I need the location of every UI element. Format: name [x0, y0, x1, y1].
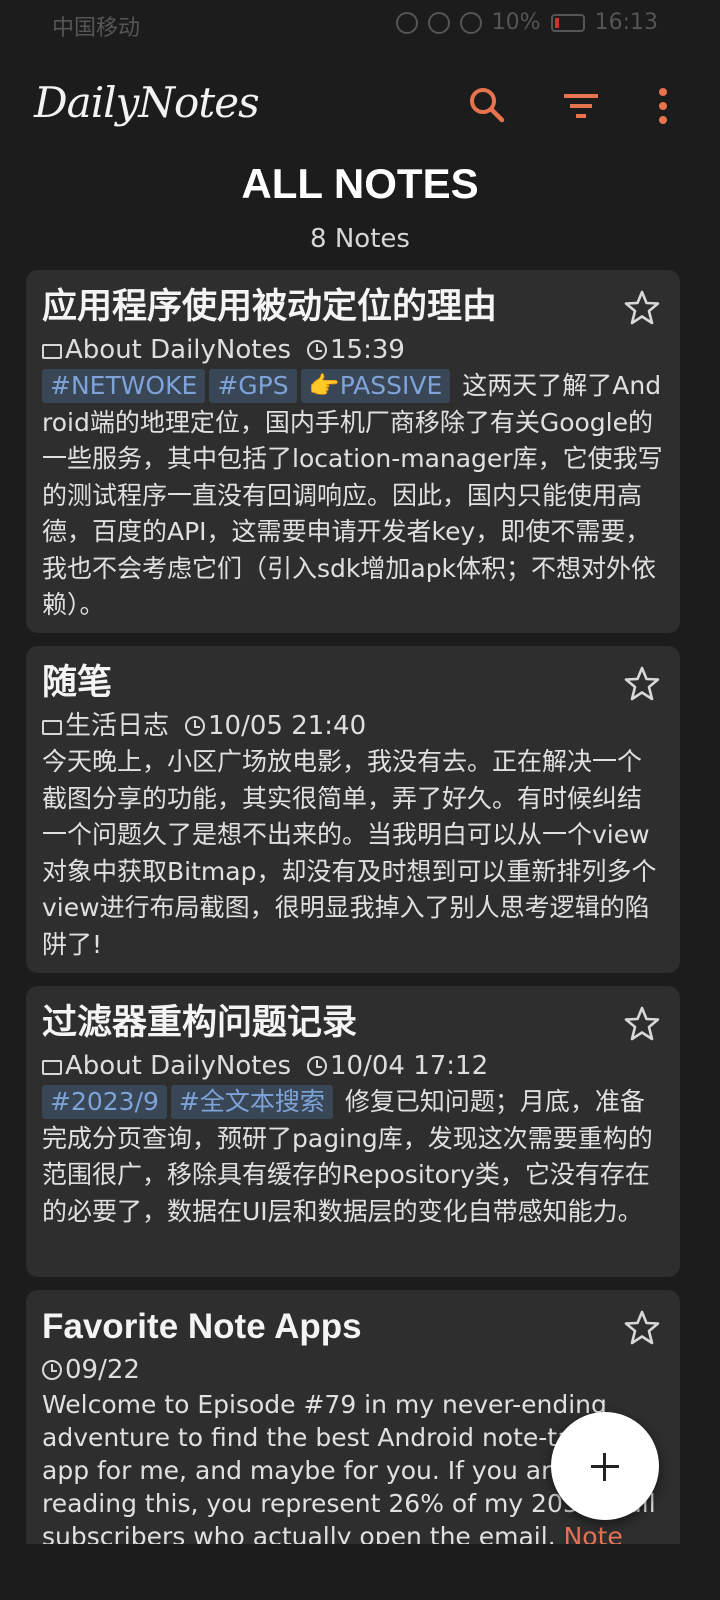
star-icon: [624, 1006, 660, 1041]
search-button[interactable]: [462, 80, 512, 130]
note-time: 10/04 17:12: [330, 1051, 489, 1081]
favorite-button[interactable]: [622, 664, 662, 704]
search-icon: [470, 88, 505, 123]
clock-icon: [185, 716, 206, 736]
clock-icon: [307, 340, 328, 360]
favorite-button[interactable]: [622, 1004, 662, 1044]
app-logo: DailyNotes: [34, 78, 260, 127]
tag-chip[interactable]: #NETWOKE: [42, 369, 206, 403]
note-card[interactable]: 过滤器重构问题记录 About DailyNotes 10/04 17:12 #…: [26, 986, 680, 1277]
notes-count: 8 Notes: [310, 224, 410, 254]
status-icons: 10% 16:13: [395, 10, 658, 35]
folder-icon: [42, 719, 62, 735]
note-meta: About DailyNotes 15:39: [42, 332, 664, 368]
note-folder: 生活日志: [65, 711, 170, 741]
carrier-label: 中国移动: [52, 16, 141, 41]
note-title: Favorite Note Apps: [42, 1307, 362, 1346]
note-text: 这两天了解了Android端的地理定位，国内手机厂商移除了有关Google的一些…: [42, 371, 663, 619]
note-time: 09/22: [65, 1355, 140, 1385]
filter-icon: [564, 94, 598, 118]
status-bar: 中国移动 10% 16:13: [0, 0, 720, 48]
filter-button[interactable]: [556, 80, 606, 130]
note-title: 应用程序使用被动定位的理由: [42, 287, 498, 327]
note-title: 过滤器重构问题记录: [42, 1003, 358, 1043]
note-card[interactable]: 应用程序使用被动定位的理由 About DailyNotes 15:39 #NE…: [26, 270, 680, 633]
star-icon: [624, 290, 660, 325]
tag-chip[interactable]: #2023/9: [42, 1085, 167, 1119]
nfc-icon: [395, 11, 418, 34]
note-meta: 09/22: [42, 1352, 664, 1388]
note-text: 今天晚上，小区广场放电影，我没有去。正在解决一个截图分享的功能，其实很简单，弄了…: [42, 747, 657, 959]
note-body: 今天晚上，小区广场放电影，我没有去。正在解决一个截图分享的功能，其实很简单，弄了…: [42, 744, 664, 963]
note-time: 10/05 21:40: [208, 711, 367, 741]
note-body: #NETWOKE #GPS 👉PASSIVE 这两天了解了Android端的地理定位…: [42, 368, 664, 624]
tag-chip[interactable]: 👉PASSIVE: [300, 369, 451, 403]
alarm-icon: [459, 11, 482, 34]
note-body: #2023/9 #全文本搜索 修复已知问题；月底，准备完成分页查询，预研了pagi…: [42, 1084, 664, 1230]
note-meta: About DailyNotes 10/04 17:12: [42, 1048, 664, 1084]
battery-icon: [550, 13, 585, 32]
add-note-button[interactable]: [551, 1412, 659, 1520]
clock-icon: [307, 1056, 328, 1076]
note-card[interactable]: 随笔 生活日志 10/05 21:40 今天晚上，小区广场放电影，我没有去。正在…: [26, 646, 680, 973]
favorite-button[interactable]: [622, 288, 662, 328]
folder-icon: [42, 343, 62, 359]
battery-percent: 10%: [491, 10, 541, 35]
clock-icon: [42, 1360, 62, 1380]
star-icon: [624, 666, 660, 701]
tag-chip[interactable]: #GPS: [209, 369, 297, 403]
tag-chip[interactable]: #全文本搜索: [170, 1085, 333, 1119]
note-folder: About DailyNotes: [65, 1051, 292, 1081]
eye-icon: [427, 11, 450, 34]
note-folder: About DailyNotes: [65, 335, 292, 365]
clock-time: 16:13: [594, 10, 658, 35]
page-title: ALL NOTES: [241, 160, 479, 207]
favorite-button[interactable]: [622, 1308, 662, 1348]
folder-icon: [42, 1059, 62, 1075]
note-title: 随笔: [42, 663, 113, 703]
note-meta: 生活日志 10/05 21:40: [42, 708, 664, 744]
bottom-edge: [0, 1544, 720, 1600]
star-icon: [624, 1310, 660, 1345]
more-vert-icon: [659, 88, 667, 124]
app-bar: DailyNotes: [0, 60, 720, 150]
note-time: 15:39: [330, 335, 405, 365]
more-options-button[interactable]: [638, 80, 688, 130]
